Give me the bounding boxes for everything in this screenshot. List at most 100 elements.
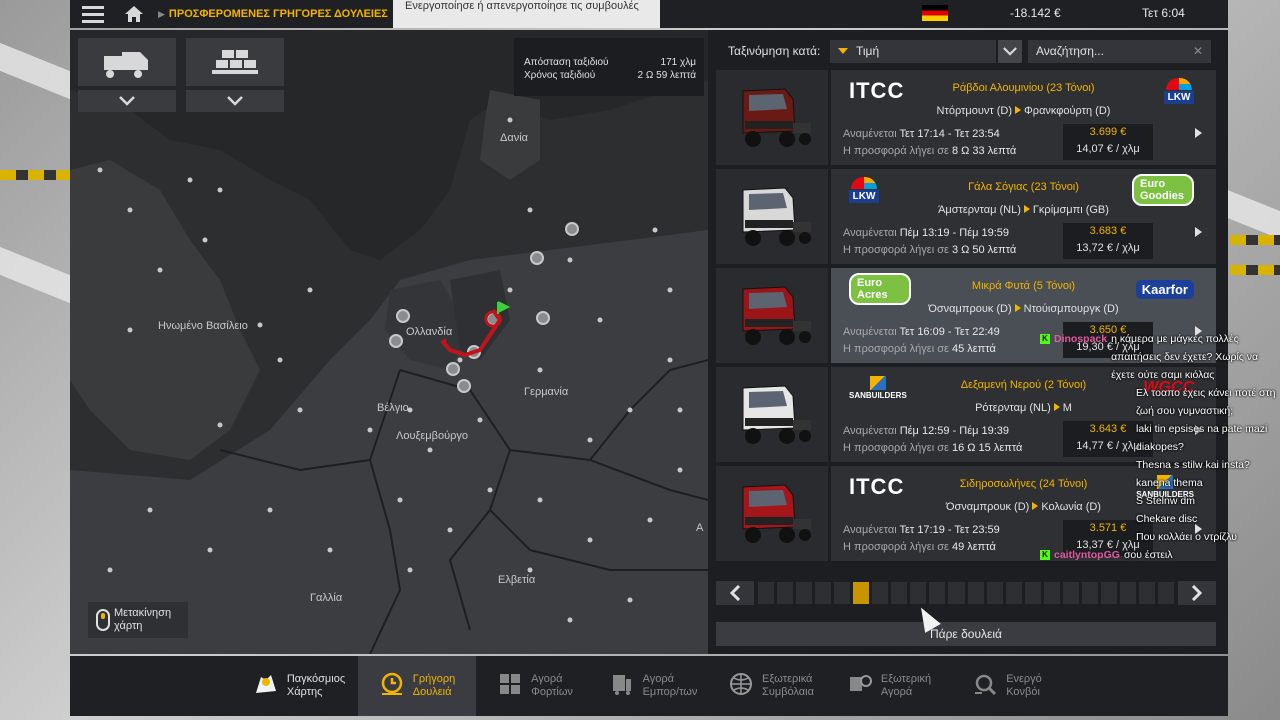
tab-clock[interactable]: Γρήγορη Δουλειά bbox=[358, 656, 476, 716]
page-indicator[interactable] bbox=[754, 581, 1178, 605]
page-dot[interactable] bbox=[1024, 582, 1041, 604]
map-terrain bbox=[70, 30, 708, 654]
truck-view-button[interactable] bbox=[78, 38, 176, 86]
clear-search-icon[interactable]: ✕ bbox=[1193, 44, 1203, 58]
page-dot[interactable] bbox=[853, 582, 870, 604]
home-icon[interactable] bbox=[116, 0, 152, 28]
tab-globe-contracts[interactable]: Εξωτερικά Συμβόλαια bbox=[712, 656, 830, 716]
page-dot[interactable] bbox=[815, 582, 832, 604]
tab-world-map[interactable]: Παγκόσμιος Χάρτης bbox=[240, 656, 358, 716]
background-hazard-stripe bbox=[1230, 265, 1280, 275]
pay-per-km: 14,07 € / χλμ bbox=[1076, 143, 1140, 155]
tab-label: Αγορά Εμπορ/των bbox=[643, 673, 698, 699]
tab-label-line1: Παγκόσμιος bbox=[286, 673, 346, 685]
sort-dropdown-button[interactable] bbox=[998, 39, 1022, 63]
page-dot[interactable] bbox=[986, 582, 1003, 604]
tips-toggle-tooltip: Ενεργοποίησε ή απενεργοποίησε τις συμβου… bbox=[393, 0, 660, 28]
chat-message: Που κολλάει ο ντρίζλυ bbox=[1040, 528, 1280, 546]
trip-distance-value: 171 χλμ bbox=[660, 57, 696, 68]
map-label-netherlands: Ολλανδία bbox=[406, 326, 453, 338]
page-dot[interactable] bbox=[758, 582, 775, 604]
clock-icon bbox=[379, 671, 405, 701]
game-clock: Τετ 6:04 bbox=[1142, 6, 1185, 20]
page-dot[interactable] bbox=[777, 582, 794, 604]
tab-cargo-market[interactable]: Αγορά Φορτίων bbox=[476, 656, 594, 716]
page-dot[interactable] bbox=[1119, 582, 1136, 604]
page-dot[interactable] bbox=[967, 582, 984, 604]
chat-message: KcaitlyntopGG σου έστειλ bbox=[1040, 546, 1280, 564]
next-page-button[interactable] bbox=[1178, 581, 1216, 605]
job-pay: 3.683 € 13,72 € / χλμ bbox=[1063, 223, 1153, 259]
expected-label: Αναμένεται bbox=[843, 425, 897, 437]
expiry-label: Η προσφορά λήγει σε bbox=[843, 244, 949, 256]
job-expiry: Η προσφορά λήγει σε 49 λεπτά bbox=[843, 541, 996, 553]
chat-message: Chekare disc bbox=[1040, 510, 1280, 528]
cargo-view-button[interactable] bbox=[186, 38, 284, 86]
breadcrumb-arrow-icon: ▶ bbox=[158, 8, 165, 19]
chat-text: Που κολλάει ο ντρίζλυ bbox=[1136, 531, 1238, 543]
sort-bar: Ταξινόμηση κατά: Τιμή Αναζήτηση... ✕ bbox=[716, 39, 1216, 63]
tab-label-line1: Εξωτερικά bbox=[762, 673, 813, 685]
expiry-label: Η προσφορά λήγει σε bbox=[843, 541, 949, 553]
page-dot[interactable] bbox=[834, 582, 851, 604]
map-label-belgium: Βέλγιο bbox=[377, 402, 409, 414]
tab-external-market[interactable]: Εξωτερική Αγορά bbox=[830, 656, 948, 716]
page-dot[interactable] bbox=[1005, 582, 1022, 604]
page-dot[interactable] bbox=[796, 582, 813, 604]
page-dot[interactable] bbox=[948, 582, 965, 604]
trip-distance-label: Απόσταση ταξιδιού bbox=[524, 57, 609, 68]
page-dot[interactable] bbox=[891, 582, 908, 604]
page-dot[interactable] bbox=[1062, 582, 1079, 604]
sort-select[interactable]: Τιμή bbox=[830, 39, 996, 63]
page-dot[interactable] bbox=[1081, 582, 1098, 604]
chat-text: σου έστειλ bbox=[1123, 549, 1173, 561]
page-dot[interactable] bbox=[1100, 582, 1117, 604]
job-offer[interactable]: ITCC LKW Ράβδοι Αλουμινίου (23 Τόνοι) Ντόρτ… bbox=[716, 70, 1216, 165]
job-truck-image bbox=[716, 268, 828, 363]
tab-label: Εξωτερική Αγορά bbox=[881, 673, 931, 699]
expiry-label: Η προσφορά λήγει σε bbox=[843, 442, 949, 454]
page-dot[interactable] bbox=[1138, 582, 1155, 604]
job-expected: Αναμένεται Πέμ 12:59 - Πέμ 19:39 bbox=[843, 425, 1009, 437]
chevron-right-icon[interactable] bbox=[1195, 227, 1202, 237]
map-label-denmark: Δανία bbox=[500, 132, 529, 144]
page-dot[interactable] bbox=[910, 582, 927, 604]
expiry-label: Η προσφορά λήγει σε bbox=[843, 145, 949, 157]
kick-badge-icon: K bbox=[1040, 334, 1050, 344]
bottom-tabs: Παγκόσμιος Χάρτης Γρήγορη Δουλειά Αγορά Φορτί… bbox=[70, 656, 1228, 716]
sort-direction-icon bbox=[838, 48, 848, 54]
truck-view-dropdown[interactable] bbox=[78, 90, 176, 112]
chat-message: kanena thema bbox=[1040, 474, 1280, 492]
tab-label: Αγορά Φορτίων bbox=[531, 673, 573, 699]
chevron-down-icon bbox=[1003, 46, 1017, 56]
job-offer-info[interactable]: LKW Euro Goodies Γάλα Σόγιας (23 Τόνοι) Άμσ… bbox=[831, 169, 1216, 264]
expiry-time: 45 λεπτά bbox=[951, 343, 996, 355]
prev-page-button[interactable] bbox=[716, 581, 754, 605]
expiry-time: 16 Ω 15 λεπτά bbox=[951, 442, 1023, 454]
search-input[interactable]: Αναζήτηση... ✕ bbox=[1028, 39, 1211, 63]
page-dot[interactable] bbox=[1157, 582, 1175, 604]
tab-trailer-market[interactable]: Αγορά Εμπορ/των bbox=[594, 656, 712, 716]
world-map[interactable]: Απόσταση ταξιδιού 171 χλμ Χρόνος ταξιδιού… bbox=[70, 30, 708, 654]
chat-text: laki tin epsises na pate mazi diakopes? bbox=[1136, 423, 1268, 453]
chevron-down-icon bbox=[119, 96, 135, 106]
move-map-hint[interactable]: Μετακίνηση χάρτη bbox=[88, 602, 188, 638]
menu-icon[interactable] bbox=[70, 0, 116, 28]
cargo-view-dropdown[interactable] bbox=[186, 90, 284, 112]
chat-text: S Stelnw dm bbox=[1136, 495, 1195, 507]
page-dot[interactable] bbox=[929, 582, 946, 604]
job-offer-info[interactable]: ITCC LKW Ράβδοι Αλουμινίου (23 Τόνοι) Ντόρτ… bbox=[831, 70, 1216, 165]
job-cargo: Μικρά Φυτά (5 Τόνοι) bbox=[971, 280, 1076, 292]
job-expiry: Η προσφορά λήγει σε 16 Ω 15 λεπτά bbox=[843, 442, 1022, 454]
external-market-icon bbox=[847, 671, 873, 701]
page-dot[interactable] bbox=[1043, 582, 1060, 604]
page-dot[interactable] bbox=[872, 582, 889, 604]
job-offer[interactable]: LKW Euro Goodies Γάλα Σόγιας (23 Τόνοι) Άμσ… bbox=[716, 169, 1216, 264]
truck-icon bbox=[742, 384, 811, 444]
chevron-right-icon[interactable] bbox=[1195, 128, 1202, 138]
trip-time-label: Χρόνος ταξιδιού bbox=[524, 70, 596, 81]
map-label-germany: Γερμανία bbox=[524, 386, 569, 398]
route-arrow-icon bbox=[1032, 502, 1039, 510]
tab-convoy[interactable]: Ενεργό Κονβόι bbox=[948, 656, 1066, 716]
take-job-button[interactable]: Πάρε δουλειά bbox=[716, 622, 1216, 646]
